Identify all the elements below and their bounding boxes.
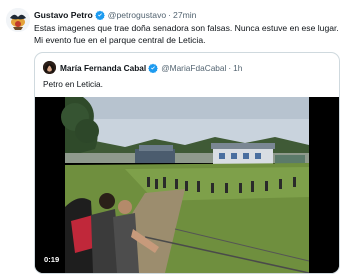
avatar-image: [6, 8, 30, 32]
tweet[interactable]: Gustavo Petro @petrogustavo · 27min Esta…: [0, 0, 350, 276]
author-avatar[interactable]: [6, 8, 30, 32]
quoted-text: Petro en Leticia.: [43, 79, 103, 89]
video-frame: [35, 97, 339, 273]
meta-separator: ·: [228, 62, 232, 73]
tweet-time[interactable]: 27min: [173, 10, 196, 20]
verified-badge-icon: [94, 10, 105, 20]
verified-badge-icon: [148, 63, 159, 73]
author-handle[interactable]: @petrogustavo: [108, 10, 166, 20]
video-player[interactable]: 0:19: [35, 97, 339, 273]
tweet-header: Gustavo Petro @petrogustavo · 27min: [34, 8, 196, 22]
quoted-author-handle[interactable]: @MariaFdaCabal: [161, 63, 226, 73]
quoted-tweet[interactable]: María Fernanda Cabal @MariaFdaCabal · 1h…: [34, 52, 340, 274]
meta-separator: ·: [168, 10, 172, 20]
quoted-author-name[interactable]: María Fernanda Cabal: [60, 63, 146, 73]
quoted-time[interactable]: 1h: [233, 63, 242, 73]
video-timestamp: 0:19: [41, 254, 63, 265]
quoted-header: María Fernanda Cabal @MariaFdaCabal · 1h: [60, 61, 242, 74]
author-name[interactable]: Gustavo Petro: [34, 10, 93, 20]
quoted-avatar-image: [43, 61, 56, 74]
quoted-author-avatar[interactable]: [43, 61, 56, 74]
tweet-text: Estas imagenes que trae doña senadora so…: [34, 23, 339, 45]
